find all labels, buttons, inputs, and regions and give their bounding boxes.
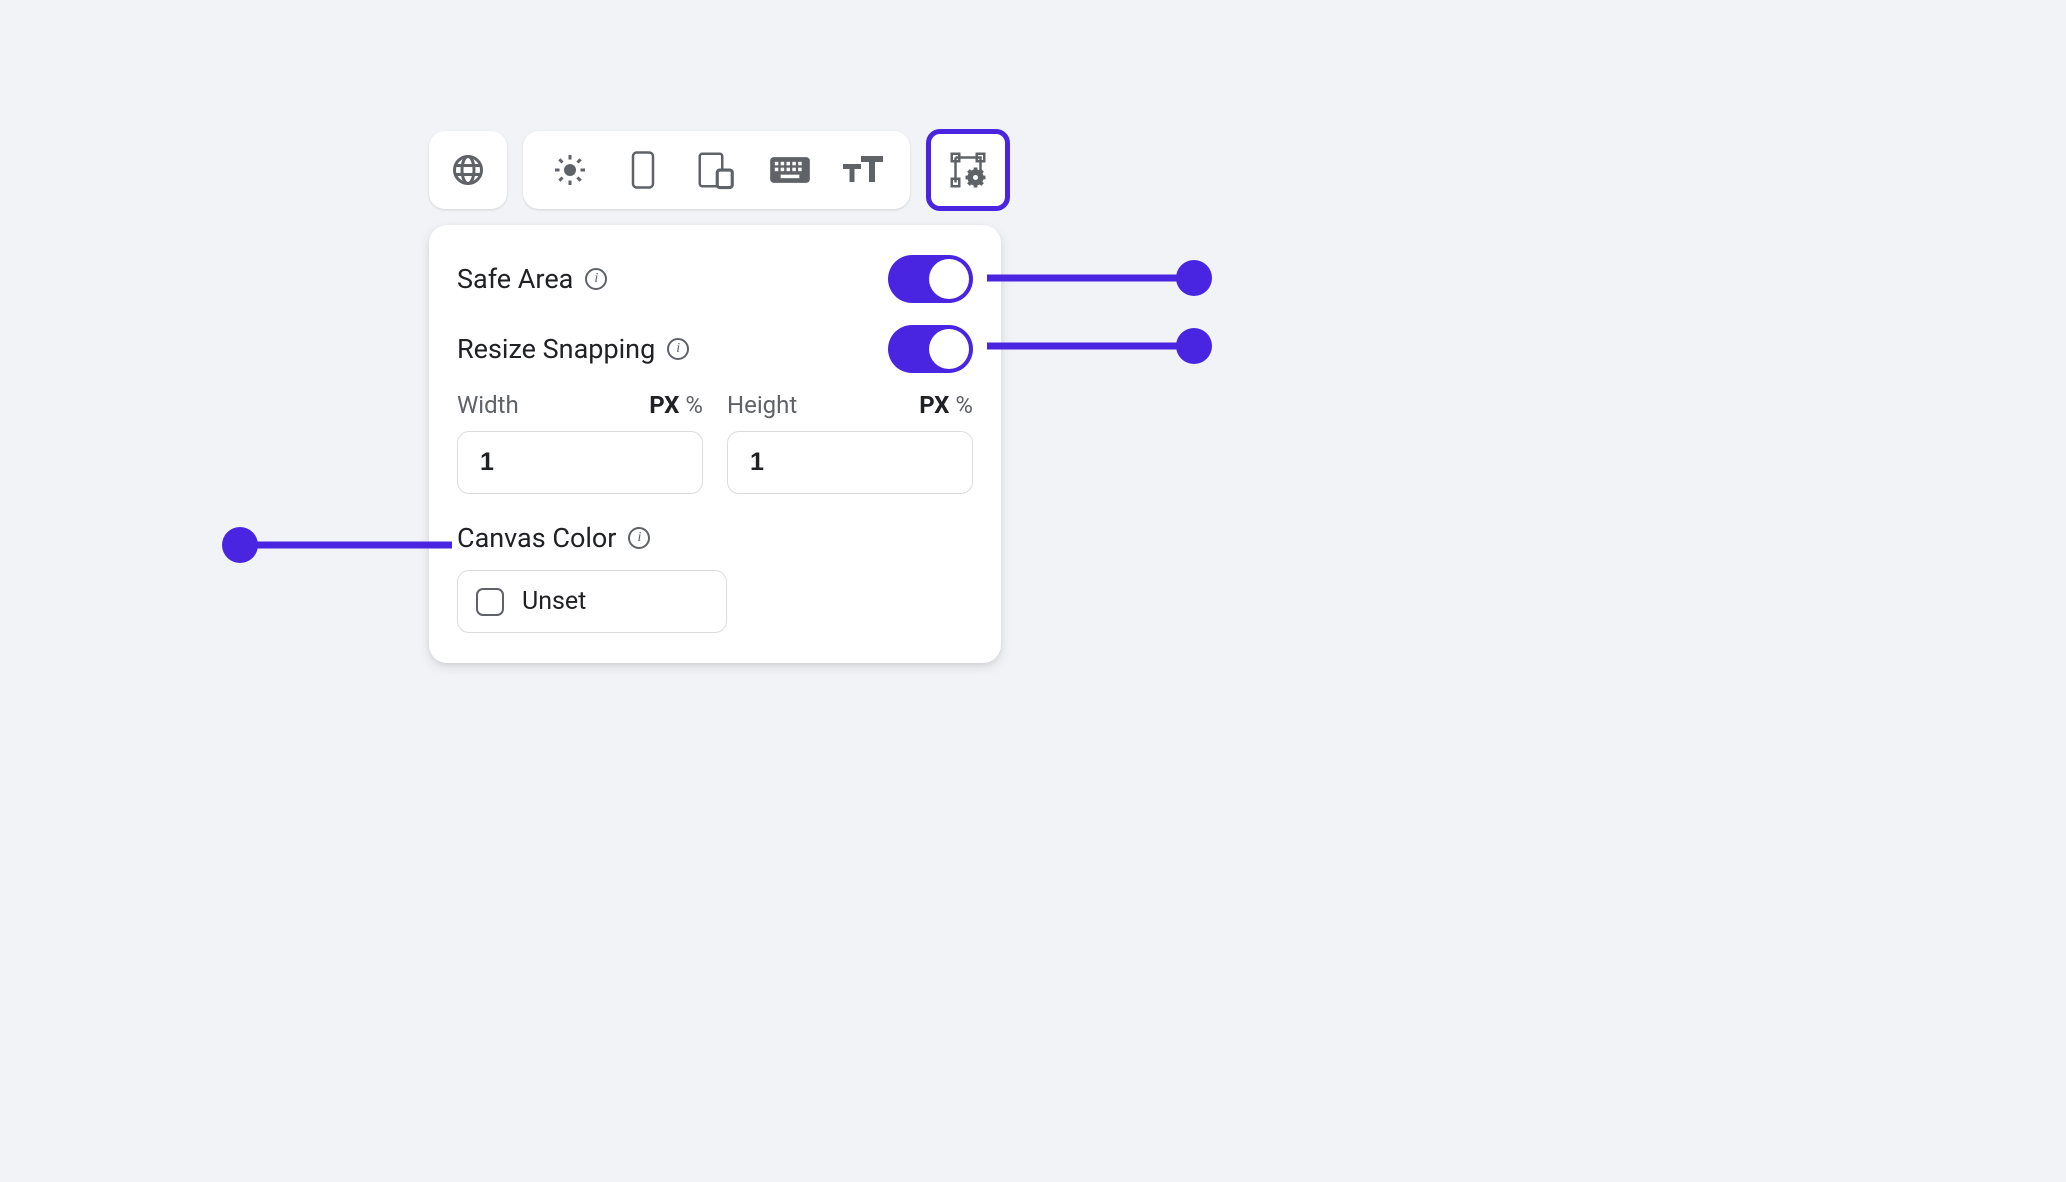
resize-snapping-toggle[interactable] [888, 325, 973, 373]
annotation-callout [222, 527, 452, 563]
width-column: Width PX % [457, 391, 703, 494]
height-input[interactable] [727, 431, 973, 494]
keyboard-icon [769, 155, 811, 185]
annotation-callout [987, 260, 1212, 296]
responsive-button[interactable] [683, 131, 750, 209]
responsive-icon [696, 150, 736, 190]
info-icon[interactable]: i [628, 527, 650, 549]
safe-area-toggle[interactable] [888, 255, 973, 303]
brightness-icon [552, 152, 588, 188]
width-unit-px[interactable]: PX [649, 391, 679, 419]
keyboard-button[interactable] [756, 131, 823, 209]
canvas-color-picker[interactable]: Unset [457, 570, 727, 633]
phone-icon [627, 150, 659, 190]
canvas-settings-button[interactable] [926, 129, 1010, 211]
device-phone-button[interactable] [610, 131, 677, 209]
width-unit-pct[interactable]: % [685, 391, 703, 419]
info-icon[interactable]: i [667, 338, 689, 360]
brightness-button[interactable] [536, 131, 603, 209]
width-label: Width [457, 391, 519, 419]
height-unit-px[interactable]: PX [919, 391, 949, 419]
canvas-settings-panel: Safe Area i Resize Snapping i Width PX % [429, 225, 1001, 663]
height-unit-pct[interactable]: % [955, 391, 973, 419]
canvas-toolbar [429, 131, 1010, 209]
locale-button[interactable] [429, 131, 507, 209]
height-label: Height [727, 391, 797, 419]
text-size-button[interactable] [830, 131, 897, 209]
resize-snapping-label: Resize Snapping [457, 333, 655, 365]
canvas-color-value: Unset [522, 587, 586, 616]
text-size-icon [843, 154, 883, 186]
info-icon[interactable]: i [585, 268, 607, 290]
globe-icon [450, 152, 486, 188]
color-swatch-icon [476, 588, 504, 616]
safe-area-label: Safe Area [457, 263, 573, 295]
safe-area-row: Safe Area i [457, 253, 973, 305]
canvas-color-label: Canvas Color [457, 522, 616, 554]
width-input[interactable] [457, 431, 703, 494]
resize-snapping-row: Resize Snapping i [457, 323, 973, 375]
annotation-callout [987, 328, 1212, 364]
view-toolbar-group [523, 131, 910, 209]
canvas-settings-icon [948, 150, 988, 190]
height-column: Height PX % [727, 391, 973, 494]
